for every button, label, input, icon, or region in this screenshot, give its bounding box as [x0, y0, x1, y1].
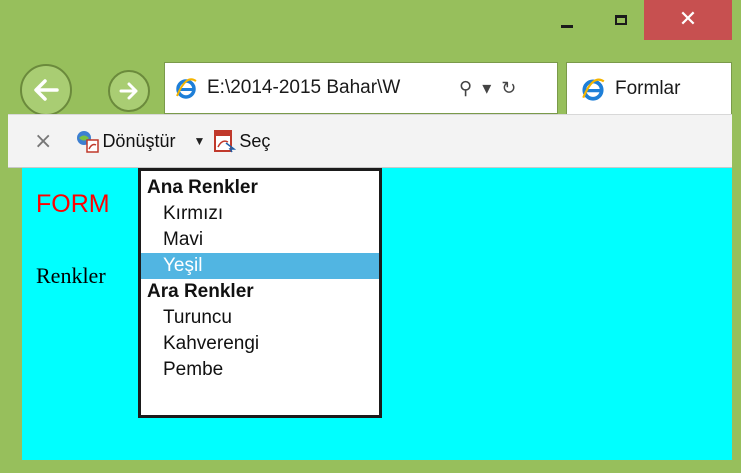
tab-formlar[interactable]: Formlar — [566, 62, 732, 114]
maximize-button[interactable] — [598, 0, 644, 40]
select-button[interactable]: Seç — [211, 128, 270, 154]
close-icon[interactable]: × — [34, 129, 52, 154]
convert-label: Dönüştür — [102, 130, 176, 151]
minimize-icon — [561, 24, 573, 28]
forward-button[interactable] — [108, 70, 150, 112]
option-turuncu[interactable]: Turuncu — [141, 305, 379, 331]
close-button[interactable]: ✕ — [644, 0, 732, 40]
arrow-right-icon — [119, 82, 138, 100]
pdf-select-icon — [211, 128, 237, 154]
option-mavi[interactable]: Mavi — [141, 227, 379, 253]
close-icon: ✕ — [678, 7, 698, 32]
arrow-left-icon — [34, 79, 59, 101]
internet-explorer-icon — [173, 75, 199, 101]
option-yesil[interactable]: Yeşil — [141, 253, 379, 279]
internet-explorer-icon — [579, 75, 607, 103]
optgroup-label: Ara Renkler — [147, 281, 254, 302]
command-bar: × Dönüştür ▼ Seç — [8, 114, 732, 168]
address-bar[interactable]: E:\2014-2015 Bahar\W ⚲ ▾ ↻ — [164, 62, 558, 114]
minimize-button[interactable] — [544, 0, 590, 40]
color-select-list[interactable]: Ana Renkler Kırmızı Mavi Yeşil Ara Renkl… — [138, 168, 382, 418]
page-title: FORM — [36, 190, 110, 218]
field-label: Renkler — [36, 263, 106, 288]
option-kirmizi[interactable]: Kırmızı — [141, 201, 379, 227]
select-label: Seç — [239, 130, 271, 151]
option-pembe[interactable]: Pembe — [141, 357, 379, 383]
tab-label: Formlar — [615, 77, 681, 99]
search-icon[interactable]: ⚲ — [459, 78, 472, 99]
back-button[interactable] — [20, 64, 72, 116]
pdf-convert-icon — [74, 128, 100, 154]
maximize-icon — [615, 15, 627, 25]
optgroup-label: Ana Renkler — [147, 177, 258, 198]
chevron-down-icon[interactable]: ▼ — [193, 134, 205, 148]
option-kahverengi[interactable]: Kahverengi — [141, 331, 379, 357]
browser-window: ✕ E:\2014-2015 Bahar\W ⚲ ▾ ↻ Formlar × D… — [0, 0, 741, 473]
chevron-down-icon[interactable]: ▾ — [482, 78, 491, 99]
convert-button[interactable]: Dönüştür ▼ — [74, 128, 211, 154]
refresh-icon[interactable]: ↻ — [501, 78, 516, 99]
address-input[interactable]: E:\2014-2015 Bahar\W — [207, 77, 451, 99]
